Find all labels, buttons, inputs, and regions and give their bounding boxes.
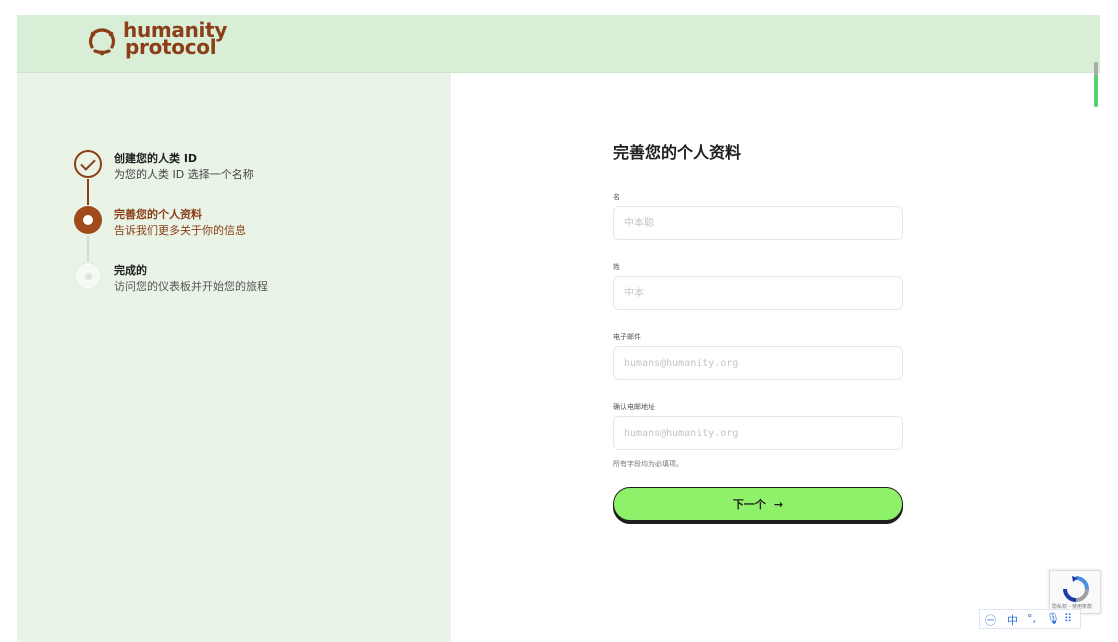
arrow-right-icon: → [773,498,784,511]
step-title: 完善您的个人资料 [114,208,202,221]
email-input[interactable] [613,346,903,380]
recaptcha-badge[interactable]: 隐私权 - 使用条款 [1049,570,1101,614]
ime-punctuation-icon[interactable]: °, [1027,612,1036,625]
pending-step-icon [74,262,102,290]
confirm-email-input[interactable] [613,416,903,450]
grid-menu-icon[interactable]: ⠿ [1064,612,1072,625]
step-finished: 完成的 访问您的仪表板并开始您的旅程 [74,262,414,312]
required-fields-note: 所有字段均为必填项。 [613,460,683,468]
ime-toolbar: ㊀ 中 °, 🎙 ⠿ [979,609,1081,629]
microphone-icon[interactable]: 🎙 [1046,612,1060,625]
active-step-icon [74,206,102,234]
scrollbar-track-top [1094,62,1098,76]
humanity-protocol-logo[interactable]: humanity protocol [87,20,287,66]
ime-mode-toggle[interactable]: 中 [1007,612,1018,628]
first-name-input[interactable] [613,206,903,240]
logo-wordmark: humanity protocol [123,20,227,59]
first-name-label: 名 [613,193,620,201]
last-name-label: 姓 [613,263,620,271]
step-complete-profile: 完善您的个人资料 告诉我们更多关于你的信息 [74,206,414,256]
step-subtitle: 访问您的仪表板并开始您的旅程 [114,280,268,293]
progress-sidebar: 创建您的人类 ID 为您的人类 ID 选择一个名称 完善您的个人资料 告诉我们更… [17,73,451,642]
step-title: 完成的 [114,264,147,277]
app-window: humanity protocol 创建您的人类 ID 为您的人类 ID 选择一… [17,15,1100,642]
recaptcha-icon [1063,576,1089,602]
check-circle-icon [74,150,102,178]
next-button[interactable]: 下一个 → [613,487,903,521]
step-subtitle: 告诉我们更多关于你的信息 [114,224,246,237]
next-button-label: 下一个 [732,498,766,511]
step-subtitle: 为您的人类 ID 选择一个名称 [114,168,254,181]
logo-line-2: protocol [125,35,217,59]
ime-logo-icon[interactable]: ㊀ [985,612,996,628]
last-name-input[interactable] [613,276,903,310]
step-create-id: 创建您的人类 ID 为您的人类 ID 选择一个名称 [74,150,414,200]
logo-mark-icon [88,28,116,56]
step-title: 创建您的人类 ID [114,152,198,165]
top-header: humanity protocol [17,15,1100,73]
confirm-email-label: 确认电邮地址 [613,403,655,411]
email-label: 电子邮件 [613,333,641,341]
form-title: 完善您的个人资料 [613,143,742,162]
